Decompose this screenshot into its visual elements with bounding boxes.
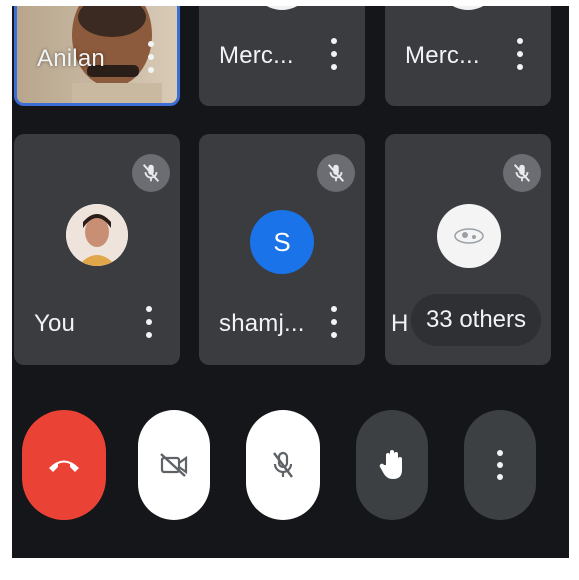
others-count-label: 33 others [425,306,527,333]
participant-name: You [34,310,76,337]
raise-hand-button[interactable] [356,410,428,520]
more-vert-icon[interactable] [330,38,338,72]
meeting-stage: Anilan Merc... Merc... You S shamj... H … [12,6,569,558]
participant-tile-merc-2[interactable]: Merc... [385,6,551,106]
more-vert-icon [496,450,504,480]
more-vert-icon[interactable] [516,38,524,72]
more-vert-icon[interactable] [330,306,338,340]
mic-off-icon [273,451,293,478]
call-end-icon [49,460,79,472]
hand-icon [379,450,402,479]
participant-tile-anilan[interactable]: Anilan [14,6,180,106]
mic-off-icon [317,154,355,192]
avatar: S [250,210,314,274]
mic-off-icon [503,154,541,192]
more-vert-icon[interactable] [147,41,155,75]
avatar [66,204,128,266]
participant-name: Anilan [37,45,105,72]
participant-tile-shamj[interactable]: S shamj... [199,134,365,365]
end-call-button[interactable] [22,410,106,520]
participant-tile-merc-1[interactable]: Merc... [199,6,365,106]
participant-name: Merc... [219,42,294,69]
participant-name: Merc... [405,42,480,69]
avatar [437,204,501,268]
camera-toggle-button[interactable] [138,410,210,520]
others-count-pill[interactable]: 33 others [411,294,541,346]
videocam-off-icon [160,453,188,477]
mic-off-icon [132,154,170,192]
avatar [437,6,499,10]
participant-tile-you[interactable]: You [14,134,180,365]
avatar-initial: S [273,226,291,257]
avatar [251,6,313,10]
mic-toggle-button[interactable] [246,410,320,520]
more-vert-icon[interactable] [145,306,153,340]
more-options-button[interactable] [464,410,536,520]
participant-tile-others[interactable]: H 33 others [385,134,551,365]
participant-name: shamj... [219,310,305,337]
participant-name-partial: H [391,310,409,337]
